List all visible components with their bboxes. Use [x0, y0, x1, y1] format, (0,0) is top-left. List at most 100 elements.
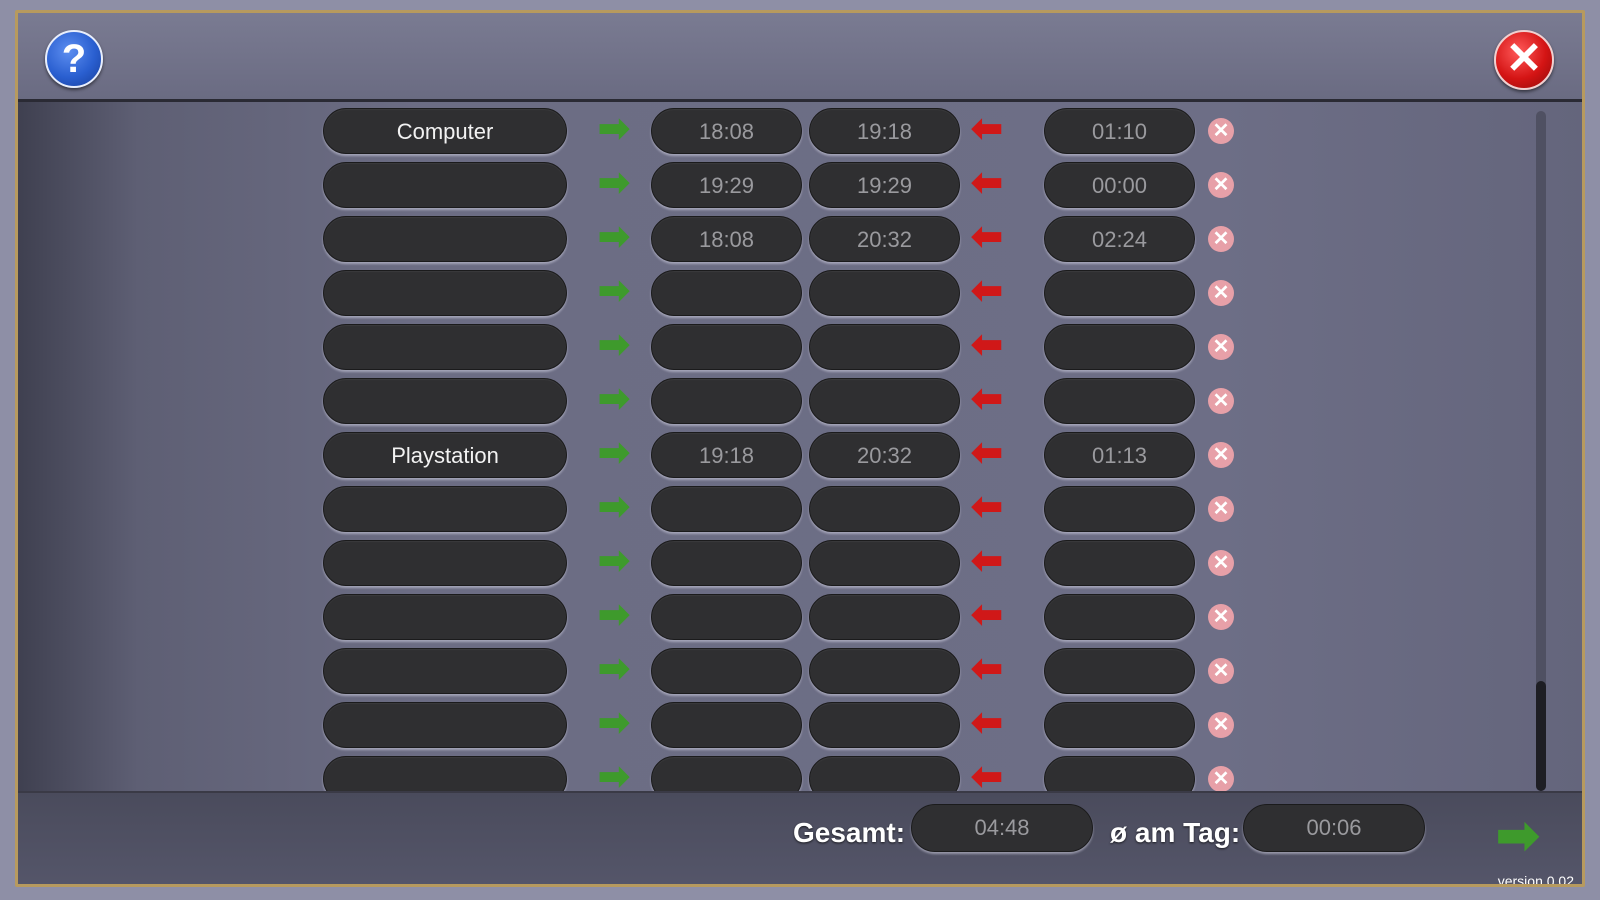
entry-name-field[interactable] — [323, 270, 567, 316]
end-arrow-icon[interactable]: ⬅ — [971, 378, 1003, 424]
end-time-field[interactable]: 19:18 — [809, 108, 960, 154]
start-arrow-icon[interactable]: ➡ — [598, 486, 630, 532]
start-arrow-icon[interactable]: ➡ — [598, 162, 630, 208]
end-time-field[interactable] — [809, 270, 960, 316]
end-time-field[interactable]: 19:29 — [809, 162, 960, 208]
end-time-field[interactable] — [809, 540, 960, 586]
start-time-field[interactable] — [651, 648, 802, 694]
start-time-field[interactable] — [651, 486, 802, 532]
delete-icon[interactable]: ✕ — [1208, 658, 1234, 684]
start-arrow-icon[interactable]: ➡ — [598, 432, 630, 478]
end-arrow-icon[interactable]: ⬅ — [971, 432, 1003, 478]
start-time-field[interactable] — [651, 702, 802, 748]
end-arrow-icon[interactable]: ⬅ — [971, 486, 1003, 532]
start-arrow-icon[interactable]: ➡ — [598, 702, 630, 748]
average-per-day-label: ø am Tag: — [1110, 817, 1241, 848]
end-time-field[interactable] — [809, 702, 960, 748]
delete-icon[interactable]: ✕ — [1208, 280, 1234, 306]
end-arrow-icon[interactable]: ⬅ — [971, 540, 1003, 586]
total-value: 04:48 — [911, 804, 1093, 852]
end-time-field[interactable] — [809, 594, 960, 640]
start-arrow-icon[interactable]: ➡ — [598, 216, 630, 262]
entry-name-field[interactable] — [323, 324, 567, 370]
entry-name-field[interactable] — [323, 648, 567, 694]
entry-name-field[interactable]: Computer — [323, 108, 567, 154]
entry-row: ➡ ⬅ ✕ — [18, 540, 1318, 588]
footer-bar: Gesamt: 04:48 ø am Tag: 00:06 ➡ version … — [18, 791, 1582, 887]
start-arrow-icon[interactable]: ➡ — [598, 324, 630, 370]
entry-name-field[interactable] — [323, 702, 567, 748]
delete-icon[interactable]: ✕ — [1208, 712, 1234, 738]
entry-name-field[interactable] — [323, 162, 567, 208]
delete-icon[interactable]: ✕ — [1208, 118, 1234, 144]
entry-name-field[interactable] — [323, 378, 567, 424]
entry-list: Computer ➡ 18:08 19:18 ⬅ 01:10 ✕ ➡ 19:29 19:29 ⬅ 00… — [18, 102, 1548, 808]
delete-icon[interactable]: ✕ — [1208, 550, 1234, 576]
help-button[interactable]: ? — [45, 30, 103, 88]
entry-name-field[interactable] — [323, 540, 567, 586]
start-time-field[interactable]: 19:29 — [651, 162, 802, 208]
delete-icon[interactable]: ✕ — [1208, 226, 1234, 252]
duration-field — [1044, 486, 1195, 532]
start-time-field[interactable]: 19:18 — [651, 432, 802, 478]
end-time-field[interactable] — [809, 486, 960, 532]
end-arrow-icon[interactable]: ⬅ — [971, 702, 1003, 748]
entry-name-field[interactable] — [323, 594, 567, 640]
entry-name-field[interactable]: Playstation — [323, 432, 567, 478]
scrollbar-thumb[interactable] — [1536, 681, 1546, 791]
delete-icon[interactable]: ✕ — [1208, 496, 1234, 522]
next-arrow-icon[interactable]: ➡ — [1496, 810, 1540, 862]
app-window: ? ✕ Computer ➡ 18:08 19:18 ⬅ 01:10 ✕ ➡ 19:29 19:2… — [15, 10, 1585, 887]
entry-row: ➡ ⬅ ✕ — [18, 594, 1318, 642]
delete-icon[interactable]: ✕ — [1208, 442, 1234, 468]
duration-field — [1044, 540, 1195, 586]
end-arrow-icon[interactable]: ⬅ — [971, 594, 1003, 640]
entry-name-field[interactable] — [323, 216, 567, 262]
end-arrow-icon[interactable]: ⬅ — [971, 108, 1003, 154]
start-arrow-icon[interactable]: ➡ — [598, 540, 630, 586]
scrollbar[interactable] — [1536, 111, 1546, 791]
entry-row: ➡ ⬅ ✕ — [18, 486, 1318, 534]
end-arrow-icon[interactable]: ⬅ — [971, 648, 1003, 694]
entry-row: ➡ ⬅ ✕ — [18, 378, 1318, 426]
end-time-field[interactable]: 20:32 — [809, 216, 960, 262]
delete-icon[interactable]: ✕ — [1208, 604, 1234, 630]
duration-field: 00:00 — [1044, 162, 1195, 208]
end-arrow-icon[interactable]: ⬅ — [971, 216, 1003, 262]
start-arrow-icon[interactable]: ➡ — [598, 594, 630, 640]
start-time-field[interactable] — [651, 594, 802, 640]
start-time-field[interactable] — [651, 540, 802, 586]
entry-row: ➡ 19:29 19:29 ⬅ 00:00 ✕ — [18, 162, 1318, 210]
delete-icon[interactable]: ✕ — [1208, 172, 1234, 198]
entry-row: ➡ ⬅ ✕ — [18, 648, 1318, 696]
start-time-field[interactable] — [651, 270, 802, 316]
start-time-field[interactable]: 18:08 — [651, 108, 802, 154]
start-arrow-icon[interactable]: ➡ — [598, 270, 630, 316]
entry-row: Computer ➡ 18:08 19:18 ⬅ 01:10 ✕ — [18, 108, 1318, 156]
end-time-field[interactable] — [809, 378, 960, 424]
duration-field — [1044, 270, 1195, 316]
duration-field: 02:24 — [1044, 216, 1195, 262]
start-arrow-icon[interactable]: ➡ — [598, 648, 630, 694]
start-time-field[interactable]: 18:08 — [651, 216, 802, 262]
end-time-field[interactable] — [809, 324, 960, 370]
duration-field — [1044, 594, 1195, 640]
close-button[interactable]: ✕ — [1494, 30, 1554, 90]
delete-icon[interactable]: ✕ — [1208, 766, 1234, 792]
end-time-field[interactable]: 20:32 — [809, 432, 960, 478]
entry-row: ➡ ⬅ ✕ — [18, 702, 1318, 750]
delete-icon[interactable]: ✕ — [1208, 334, 1234, 360]
end-arrow-icon[interactable]: ⬅ — [971, 162, 1003, 208]
end-arrow-icon[interactable]: ⬅ — [971, 270, 1003, 316]
version-label: version 0.02 — [1497, 873, 1574, 887]
start-time-field[interactable] — [651, 324, 802, 370]
entry-name-field[interactable] — [323, 486, 567, 532]
end-time-field[interactable] — [809, 648, 960, 694]
start-time-field[interactable] — [651, 378, 802, 424]
delete-icon[interactable]: ✕ — [1208, 388, 1234, 414]
end-arrow-icon[interactable]: ⬅ — [971, 324, 1003, 370]
entry-row: ➡ 18:08 20:32 ⬅ 02:24 ✕ — [18, 216, 1318, 264]
start-arrow-icon[interactable]: ➡ — [598, 378, 630, 424]
duration-field — [1044, 324, 1195, 370]
start-arrow-icon[interactable]: ➡ — [598, 108, 630, 154]
